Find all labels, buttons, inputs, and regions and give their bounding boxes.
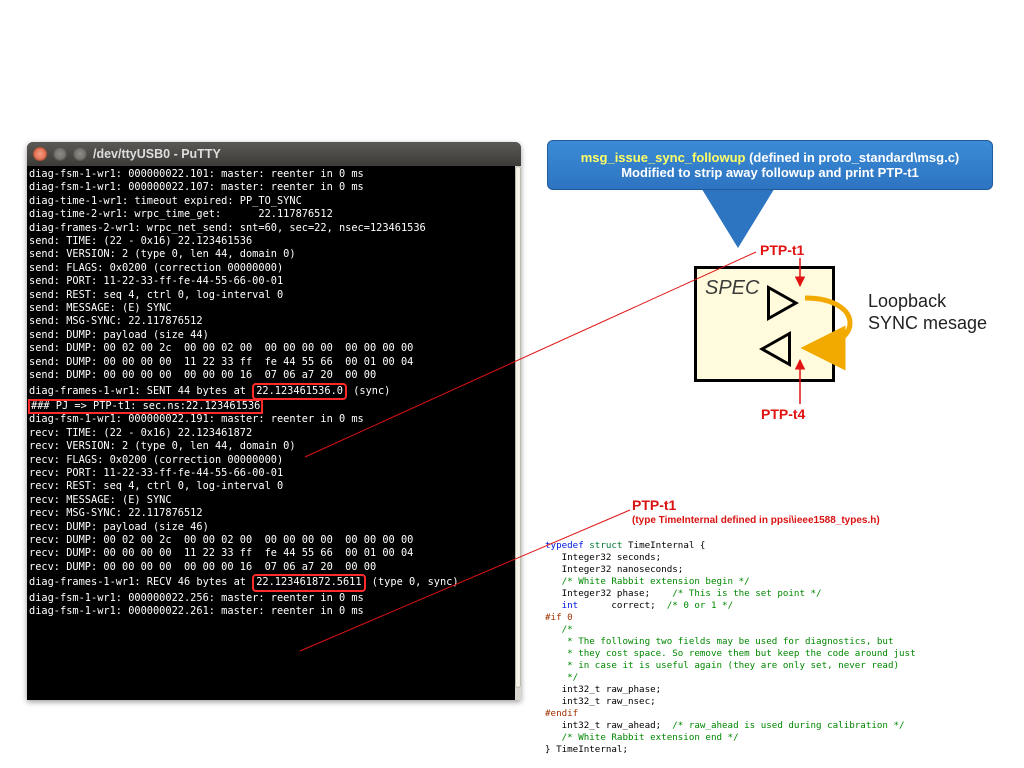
window-title: /dev/ttyUSB0 - PuTTY	[93, 147, 221, 161]
spec-label: SPEC	[705, 277, 759, 300]
ptp-t1-label: PTP-t1	[760, 242, 804, 258]
scrollbar-thumb[interactable]	[515, 166, 521, 688]
minimize-icon[interactable]	[53, 147, 67, 161]
window-titlebar[interactable]: /dev/ttyUSB0 - PuTTY	[27, 142, 521, 166]
maximize-icon[interactable]	[73, 147, 87, 161]
struct-subtitle: (type TimeInternal defined in ppsi\ieee1…	[632, 515, 880, 526]
recv-timestamp-highlight: 22.123461872.5611	[252, 574, 365, 591]
terminal-scrollbar[interactable]	[515, 166, 521, 700]
term-block-after: diag-fsm-1-wr1: 000000022.256: master: r…	[29, 592, 364, 617]
code-snippet: typedef struct TimeInternal { Integer32 …	[545, 540, 1015, 756]
term-recv-line: diag-frames-1-wr1: RECV 46 bytes at 22.1…	[29, 576, 459, 588]
ptp-t1-log-highlight: ### PJ => PTP-t1: sec.ns:22.123461536	[29, 400, 262, 413]
term-sent-line: diag-frames-1-wr1: SENT 44 bytes at 22.1…	[29, 385, 390, 397]
sent-timestamp-highlight: 22.123461536.0	[252, 383, 347, 400]
terminal-output[interactable]: diag-fsm-1-wr1: 000000022.101: master: r…	[27, 166, 515, 700]
ptp-t4-label: PTP-t4	[761, 406, 805, 422]
term-block-before: diag-fsm-1-wr1: 000000022.101: master: r…	[29, 168, 426, 381]
spec-box: SPEC	[694, 266, 835, 382]
callout-funcname: msg_issue_sync_followup	[581, 150, 746, 165]
putty-window: /dev/ttyUSB0 - PuTTY diag-fsm-1-wr1: 000…	[27, 142, 521, 700]
tx-icon	[767, 285, 799, 321]
rx-icon	[759, 331, 791, 367]
struct-title: PTP-t1	[632, 497, 676, 513]
callout-line1: msg_issue_sync_followup (defined in prot…	[548, 150, 992, 165]
callout-line2: Modified to strip away followup and prin…	[548, 165, 992, 180]
term-block-middle: diag-fsm-1-wr1: 000000022.191: master: r…	[29, 413, 413, 572]
loopback-caption: Loopback SYNC mesage	[868, 290, 987, 334]
callout-tail-icon	[700, 186, 776, 248]
close-icon[interactable]	[33, 147, 47, 161]
callout-box: msg_issue_sync_followup (defined in prot…	[547, 140, 993, 190]
